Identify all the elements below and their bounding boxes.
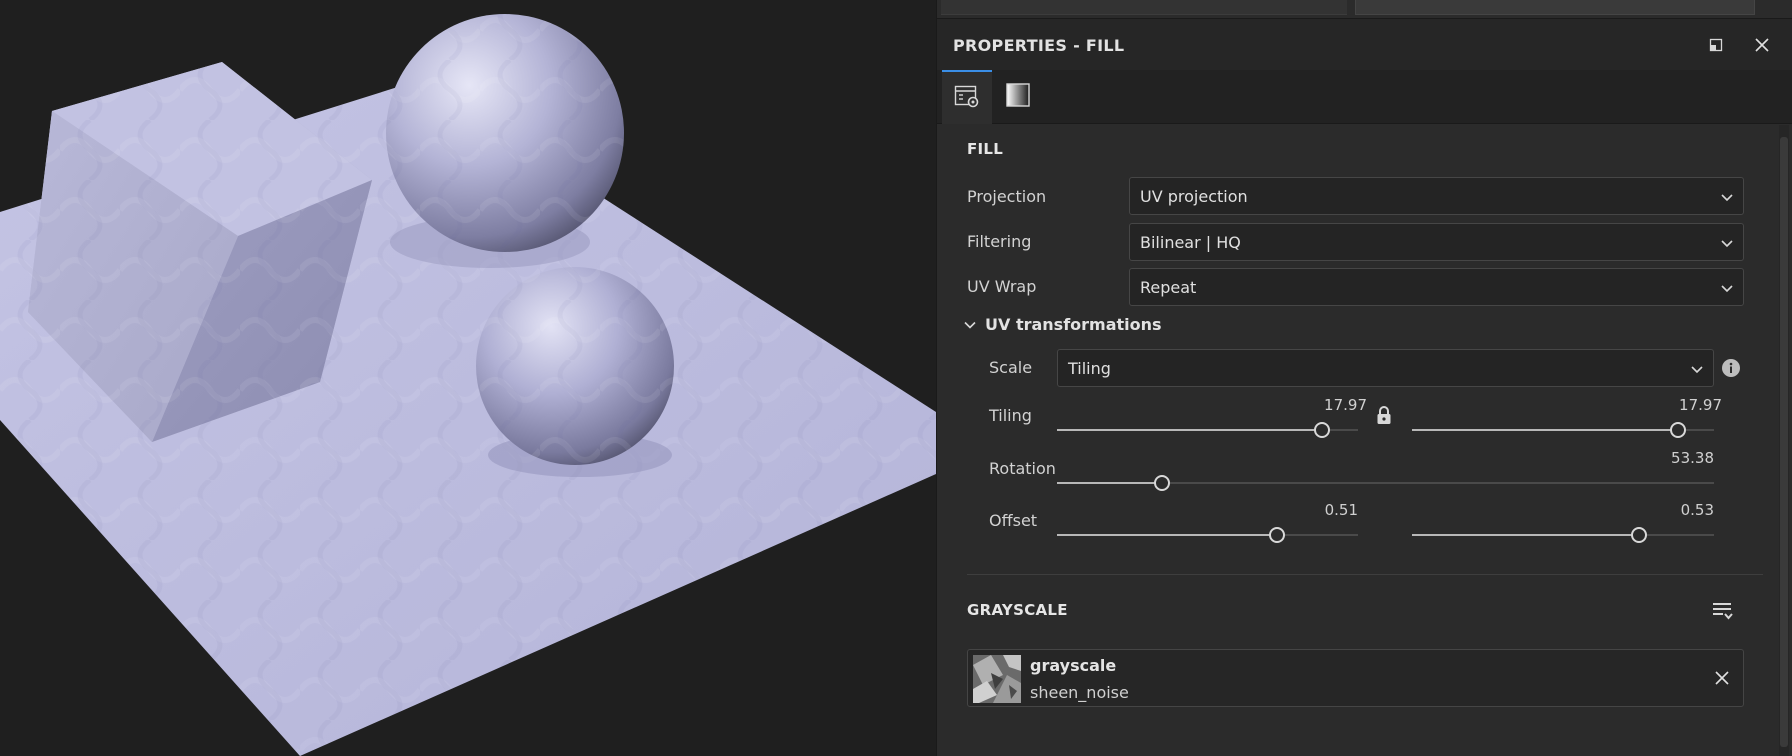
panel-tabs <box>937 70 1792 124</box>
tiling-x-slider[interactable] <box>1057 420 1358 440</box>
layer-menu-icon[interactable] <box>1709 598 1737 624</box>
viewport-scene <box>0 0 936 756</box>
close-icon[interactable] <box>1750 33 1774 57</box>
tab-properties[interactable] <box>942 70 992 124</box>
filtering-dropdown[interactable]: Bilinear | HQ <box>1129 223 1744 261</box>
panel-header: PROPERTIES - FILL <box>937 18 1792 70</box>
slider-thumb[interactable] <box>1313 422 1330 438</box>
offset-x-slider[interactable] <box>1057 525 1358 545</box>
rotation-slider[interactable] <box>1057 473 1714 493</box>
chevron-down-icon <box>964 321 976 329</box>
offset-x-value: 0.51 <box>1324 501 1358 519</box>
top-strip <box>937 0 1792 18</box>
grayscale-resource-slot[interactable]: grayscale sheen_noise <box>967 649 1744 707</box>
tab-material[interactable] <box>993 70 1043 124</box>
projection-value: UV projection <box>1140 187 1248 206</box>
close-icon[interactable] <box>1711 667 1733 689</box>
tiling-x-value: 17.97 <box>1324 396 1367 414</box>
resource-thumbnail <box>973 655 1021 703</box>
tiling-y-value: 17.97 <box>1679 396 1722 414</box>
chevron-down-icon <box>1721 240 1733 248</box>
tiling-label: Tiling <box>989 406 1032 425</box>
scrollbar-thumb[interactable] <box>1780 137 1788 747</box>
projection-label: Projection <box>967 187 1047 206</box>
tiling-y-slider[interactable] <box>1412 420 1714 440</box>
slider-thumb[interactable] <box>1630 527 1647 543</box>
section-divider <box>967 574 1763 575</box>
fill-section-title: FILL <box>967 140 1004 158</box>
chevron-down-icon <box>1691 366 1703 374</box>
offset-y-slider[interactable] <box>1412 525 1714 545</box>
offset-label: Offset <box>989 511 1038 530</box>
resource-source: sheen_noise <box>1030 683 1129 702</box>
properties-settings-icon <box>954 83 980 113</box>
chevron-down-icon <box>1721 194 1733 202</box>
top-strip-left <box>941 0 1347 15</box>
projection-dropdown[interactable]: UV projection <box>1129 177 1744 215</box>
scale-value: Tiling <box>1068 359 1111 378</box>
scale-label: Scale <box>989 358 1033 377</box>
rotation-value: 53.38 <box>1671 449 1714 467</box>
slider-thumb[interactable] <box>1669 422 1686 438</box>
uv-transformations-title: UV transformations <box>985 315 1162 334</box>
uv-transformations-toggle[interactable]: UV transformations <box>963 315 1162 334</box>
filtering-label: Filtering <box>967 232 1032 251</box>
scale-dropdown[interactable]: Tiling <box>1057 349 1714 387</box>
maximize-icon[interactable] <box>1704 33 1728 57</box>
3d-viewport[interactable] <box>0 0 936 756</box>
offset-y-value: 0.53 <box>1680 501 1714 519</box>
uv-wrap-value: Repeat <box>1140 278 1197 297</box>
filtering-value: Bilinear | HQ <box>1140 233 1241 252</box>
panel-content: FILL Projection UV projection Filtering … <box>937 125 1792 756</box>
uv-wrap-dropdown[interactable]: Repeat <box>1129 268 1744 306</box>
gradient-material-icon <box>1005 82 1031 112</box>
resource-name: grayscale <box>1030 656 1117 675</box>
properties-panel: PROPERTIES - FILL FILL Projection UV pro… <box>936 0 1792 756</box>
info-icon[interactable] <box>1720 357 1742 379</box>
top-strip-right <box>1355 0 1755 15</box>
uv-wrap-label: UV Wrap <box>967 277 1037 296</box>
slider-thumb[interactable] <box>1268 527 1285 543</box>
slider-thumb[interactable] <box>1154 475 1171 491</box>
chevron-down-icon <box>1721 285 1733 293</box>
panel-title: PROPERTIES - FILL <box>953 36 1125 55</box>
rotation-label: Rotation <box>989 459 1056 478</box>
grayscale-section-title: GRAYSCALE <box>967 601 1068 619</box>
lock-icon[interactable] <box>1373 403 1395 427</box>
